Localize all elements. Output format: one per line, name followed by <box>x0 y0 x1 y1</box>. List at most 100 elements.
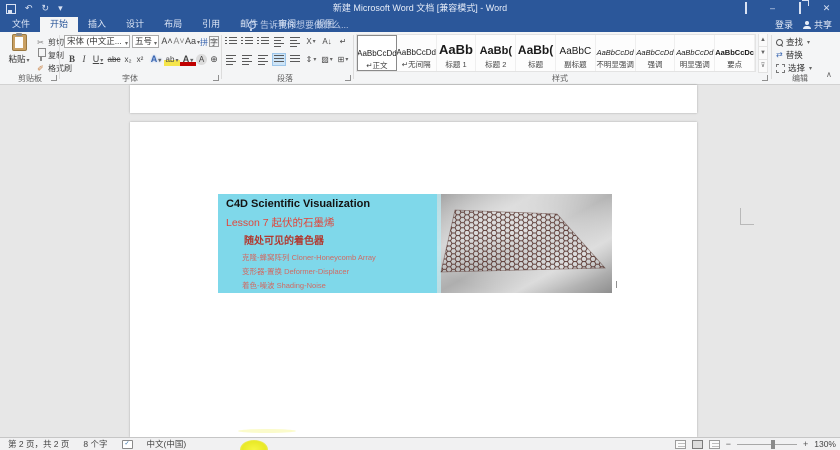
change-case-button[interactable]: Aa▾ <box>185 35 200 48</box>
character-border-button[interactable]: 字 <box>209 36 219 47</box>
font-name-combo[interactable]: 宋体 (中文正... ▾ <box>64 35 130 48</box>
tab-design[interactable]: 设计 <box>116 17 154 32</box>
zoom-in-button[interactable]: + <box>803 439 808 449</box>
paste-button[interactable]: 粘贴▾ <box>4 33 34 73</box>
slide-text-block[interactable]: C4D Scientific Visualization Lesson 7 起伏… <box>218 194 437 293</box>
redo-icon[interactable]: ↻ <box>42 0 50 17</box>
font-name-dropdown-icon: ▾ <box>124 41 128 47</box>
align-left-button[interactable] <box>224 53 238 66</box>
align-right-button[interactable] <box>256 53 270 66</box>
grow-font-button[interactable]: A˄ <box>161 35 173 48</box>
spell-check-icon[interactable]: ✓ <box>121 439 133 449</box>
style-heading-1[interactable]: AaBb 标题 1 <box>437 35 477 71</box>
subscript-button[interactable]: x₂ <box>122 53 134 66</box>
asian-layout-button[interactable]: X ▾ <box>304 35 318 48</box>
replace-button[interactable]: ⇄ 替换 <box>776 49 803 61</box>
shrink-font-button[interactable]: A˅ <box>173 35 185 48</box>
numbering-button[interactable] <box>240 35 254 48</box>
restore-button[interactable] <box>786 0 813 17</box>
style-title[interactable]: AaBb(标题 <box>516 35 556 71</box>
text-effects-icon: A <box>150 54 158 64</box>
style-subtle-emphasis[interactable]: AaBbCcDd 不明显强调 <box>596 35 636 71</box>
word-window: ↶ ↻ ▾ 新建 Microsoft Word 文档 [兼容模式] - Word… <box>0 0 840 450</box>
web-layout-button[interactable] <box>708 439 720 449</box>
font-dialog-launcher[interactable] <box>213 75 219 81</box>
bullets-button[interactable] <box>224 35 238 48</box>
style-strong[interactable]: AaBbCcDc 要点 <box>715 35 755 71</box>
bold-button[interactable]: B <box>66 53 78 66</box>
style-intense-emphasis[interactable]: AaBbCcDd 明显强调 <box>675 35 716 71</box>
font-color-button[interactable]: A▾ <box>180 53 196 66</box>
zoom-level[interactable]: 130% <box>814 439 836 449</box>
minimize-button[interactable]: – <box>759 0 786 17</box>
distribute-button[interactable] <box>288 53 302 66</box>
group-separator <box>221 35 222 79</box>
slide-bullet: 克隆-蜂窝阵列 Cloner-Honeycomb Array <box>242 253 376 262</box>
underline-icon: U <box>92 54 100 64</box>
font-size-combo[interactable]: 五号 ▾ <box>132 35 159 48</box>
style-subtitle[interactable]: AaBbC 副标题 <box>556 35 596 71</box>
word-count[interactable]: 8 个字 <box>83 438 107 450</box>
increase-indent-button[interactable] <box>288 35 302 48</box>
page-1-bottom[interactable] <box>130 85 697 113</box>
tab-references[interactable]: 引用 <box>192 17 230 32</box>
ribbon-display-icon <box>744 2 747 14</box>
character-shading-button[interactable]: A <box>196 54 207 65</box>
style-emphasis[interactable]: AaBbCcDd 强调 <box>636 35 676 71</box>
close-button[interactable]: ✕ <box>813 0 840 17</box>
share-button[interactable]: 共享 <box>802 18 832 31</box>
document-canvas[interactable]: C4D Scientific Visualization Lesson 7 起伏… <box>0 85 840 437</box>
ribbon-display-options-button[interactable] <box>732 0 759 17</box>
align-center-icon <box>242 54 252 65</box>
margin-corner-mark-right <box>740 208 754 225</box>
gallery-up-icon[interactable]: ▲ <box>758 34 768 47</box>
enclose-characters-button[interactable]: ⊕ <box>208 53 220 66</box>
find-button[interactable]: 查找 ▾ <box>776 36 810 48</box>
sort-button[interactable]: A↓ <box>320 35 334 48</box>
tab-insert[interactable]: 插入 <box>78 17 116 32</box>
show-marks-button[interactable]: ↵ <box>336 35 350 48</box>
collapse-ribbon-icon[interactable]: ∧ <box>826 70 832 79</box>
font-group-label: 字体 <box>122 74 138 83</box>
zoom-slider[interactable] <box>736 439 797 449</box>
language-indicator[interactable]: 中文(中国) <box>147 438 187 450</box>
sign-in-button[interactable]: 登录 <box>775 18 793 31</box>
print-layout-button[interactable] <box>691 439 703 449</box>
text-effects-button[interactable]: A▾ <box>148 53 164 66</box>
style-normal[interactable]: AaBbCcDd ↵正文 <box>357 35 397 71</box>
multilevel-list-button[interactable] <box>256 35 270 48</box>
zoom-out-button[interactable]: − <box>726 439 731 449</box>
status-bar: 第 2 页，共 2 页 8 个字 ✓ 中文(中国) − + 130% <box>0 437 840 450</box>
borders-button[interactable]: ⊞ ▾ <box>336 53 350 66</box>
qat-customize-icon[interactable]: ▾ <box>58 0 63 17</box>
page-indicator[interactable]: 第 2 页，共 2 页 <box>8 438 69 450</box>
styles-dialog-launcher[interactable] <box>762 75 768 81</box>
highlight-button[interactable]: ab▾ <box>164 53 180 66</box>
line-spacing-button[interactable]: ⇕ ▾ <box>304 53 318 66</box>
justify-button[interactable] <box>272 53 286 66</box>
window-title: 新建 Microsoft Word 文档 [兼容模式] - Word <box>332 3 508 13</box>
gallery-down-icon[interactable]: ▼ <box>758 47 768 60</box>
align-center-button[interactable] <box>240 53 254 66</box>
shading-button[interactable]: ▨ ▾ <box>320 53 334 66</box>
underline-button[interactable]: U▾ <box>90 53 106 66</box>
style-heading-2[interactable]: AaBb(标题 2 <box>476 35 517 71</box>
clipboard-dialog-launcher[interactable] <box>51 75 57 81</box>
superscript-button[interactable]: x² <box>134 53 146 66</box>
read-mode-button[interactable] <box>674 439 686 449</box>
gallery-more-icon[interactable]: ⊽ <box>758 60 768 73</box>
save-icon[interactable] <box>6 3 16 14</box>
zoom-slider-thumb[interactable] <box>770 439 775 449</box>
strikethrough-button[interactable]: abc <box>106 53 122 66</box>
undo-icon[interactable]: ↶ <box>25 0 33 17</box>
paragraph-dialog-launcher[interactable] <box>345 75 351 81</box>
tab-home[interactable]: 开始 <box>40 17 79 32</box>
italic-button[interactable]: I <box>78 53 90 66</box>
style-no-spacing[interactable]: AaBbCcDd ↵无间隔 <box>397 35 437 71</box>
tab-file[interactable]: 文件 <box>2 17 40 32</box>
tab-layout[interactable]: 布局 <box>154 17 192 32</box>
decrease-indent-button[interactable] <box>272 35 286 48</box>
graphene-image[interactable] <box>437 194 612 293</box>
tell-me-box[interactable]: 告诉我你想要做什么... <box>248 17 349 32</box>
pinyin-guide-button[interactable]: 拼 <box>199 36 209 49</box>
